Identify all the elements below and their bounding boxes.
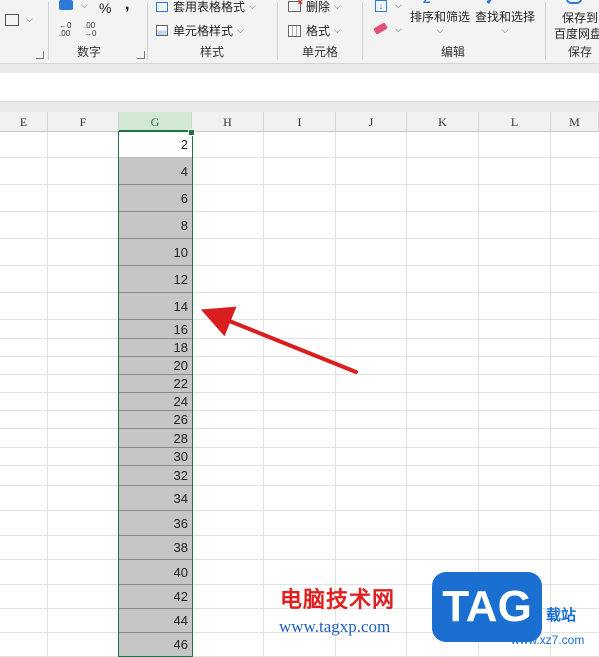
watermark-tag-logo: TAG: [432, 572, 542, 642]
annotation-arrow: [200, 306, 358, 374]
watermark-side-url: www.xz7.com: [511, 633, 585, 647]
watermark-url: www.tagxp.com: [279, 617, 391, 636]
watermark-site-name: 电脑技术网: [280, 588, 396, 613]
watermark-side-text: 载站: [546, 607, 577, 624]
